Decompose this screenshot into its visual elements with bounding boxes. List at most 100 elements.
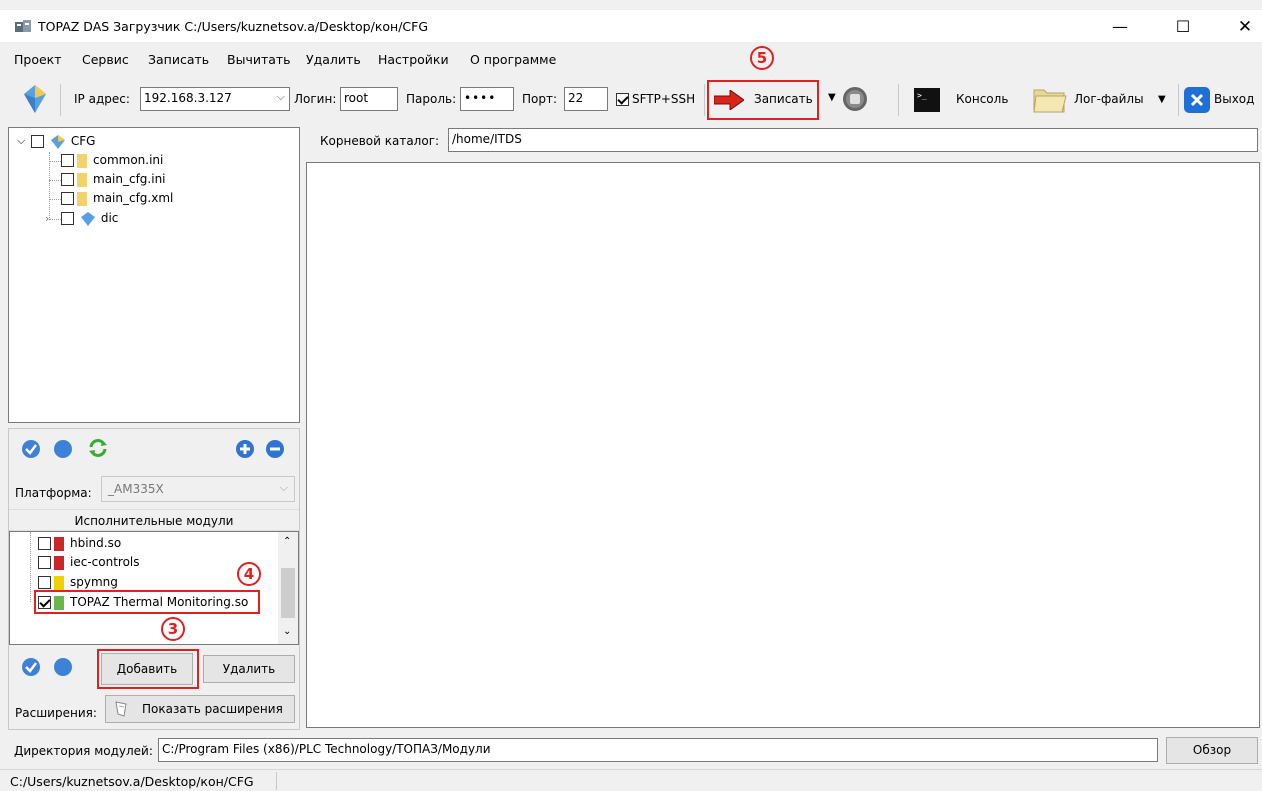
- tree-label: CFG: [70, 134, 96, 148]
- platform-label: Платформа:: [15, 486, 92, 500]
- sftp-ssh-checkbox[interactable]: [616, 93, 629, 106]
- ip-address-combobox[interactable]: 192.168.3.127 ⌵: [140, 87, 290, 111]
- module-checkbox[interactable]: [38, 576, 51, 589]
- minus-icon[interactable]: [265, 439, 285, 459]
- highlight-add-button: [97, 649, 199, 689]
- close-button[interactable]: ✕: [1222, 12, 1262, 42]
- menu-read[interactable]: Вычитать: [227, 52, 291, 67]
- tree-node-file[interactable]: main_cfg.xml: [61, 191, 173, 209]
- menu-project[interactable]: Проект: [14, 52, 62, 67]
- window-title: TOPAZ DAS Загрузчик C:/Users/kuznetsov.a…: [38, 19, 429, 34]
- tree-checkbox[interactable]: [61, 173, 74, 186]
- remove-module-button[interactable]: Удалить: [203, 655, 295, 683]
- app-icon: [15, 20, 31, 32]
- login-input[interactable]: root: [340, 87, 398, 111]
- platform-select[interactable]: _AM335X ⌵: [101, 476, 295, 502]
- browse-button[interactable]: Обзор: [1166, 737, 1258, 764]
- root-dir-label: Корневой каталог:: [320, 134, 440, 148]
- tree-node-cfg[interactable]: CFG: [31, 134, 95, 152]
- toolbar: IP адрес: 192.168.3.127 ⌵ Логин: root Па…: [8, 78, 1260, 122]
- modules-panel: Платформа: _AM335X ⌵ Исполнительные моду…: [8, 428, 300, 730]
- tree-checkbox[interactable]: [61, 192, 74, 205]
- console-button[interactable]: >_ Консоль: [910, 84, 1020, 116]
- refresh-icon[interactable]: [87, 437, 109, 459]
- module-label: iec-controls: [70, 555, 140, 569]
- module-checkbox[interactable]: [38, 556, 51, 569]
- modules-list[interactable]: hbind.so iec-controls spymng TOPAZ Therm…: [9, 531, 299, 645]
- project-icon[interactable]: [22, 84, 48, 114]
- menu-service[interactable]: Сервис: [82, 52, 129, 67]
- module-dir-label: Директория модулей:: [14, 744, 153, 758]
- module-label: hbind.so: [70, 536, 122, 550]
- highlight-thermal-module: [34, 590, 260, 614]
- menu-about[interactable]: О программе: [470, 52, 556, 67]
- exit-button-label: Выход: [1214, 92, 1255, 106]
- xml-file-icon: [77, 191, 87, 206]
- root-dir-input[interactable]: /home/ITDS: [448, 128, 1258, 152]
- platform-value: _AM335X: [108, 482, 164, 496]
- port-label: Порт:: [522, 92, 558, 106]
- ini-file-icon: [77, 172, 87, 187]
- port-input[interactable]: 22: [564, 87, 608, 111]
- module-item[interactable]: hbind.so: [38, 536, 121, 554]
- expand-chevron-icon[interactable]: ⌵: [17, 134, 25, 148]
- toolbar-separator: [704, 84, 705, 116]
- log-files-dropdown-arrow[interactable]: ▼: [1158, 94, 1166, 105]
- log-files-button[interactable]: Лог-файлы ▼: [1030, 82, 1176, 118]
- tree-node-file[interactable]: common.ini: [61, 153, 163, 171]
- module-yellow-icon: [54, 575, 64, 590]
- ini-file-icon: [77, 153, 87, 168]
- ip-label: IP адрес:: [74, 92, 130, 106]
- minimize-button[interactable]: —: [1097, 12, 1143, 42]
- tree-label: common.ini: [93, 153, 164, 167]
- status-separator: [276, 772, 277, 790]
- tree-checkbox[interactable]: [61, 154, 74, 167]
- scroll-down-icon[interactable]: ⌄: [283, 626, 291, 637]
- tree-checkbox[interactable]: [61, 212, 74, 225]
- password-input[interactable]: ••••: [460, 87, 514, 111]
- folder-dic-icon: [80, 211, 95, 226]
- stop-icon[interactable]: [842, 86, 868, 112]
- exit-button[interactable]: Выход: [1182, 84, 1260, 116]
- tree-line: [49, 152, 50, 220]
- console-button-label: Консоль: [956, 92, 1009, 106]
- check-all-icon[interactable]: [21, 657, 41, 677]
- tree-node-folder[interactable]: dic: [61, 211, 118, 229]
- plus-icon[interactable]: [235, 439, 255, 459]
- chevron-down-icon: ⌵: [279, 481, 288, 494]
- tree-node-file[interactable]: main_cfg.ini: [61, 172, 166, 190]
- scrollbar-thumb[interactable]: [281, 568, 295, 618]
- uncheck-all-icon[interactable]: [53, 657, 73, 677]
- tree-line: [49, 180, 61, 181]
- scroll-up-icon[interactable]: ⌃: [283, 536, 291, 547]
- check-all-icon[interactable]: [21, 439, 41, 459]
- modules-header: Исполнительные модули: [9, 509, 299, 531]
- chevron-right-icon[interactable]: ›: [45, 212, 49, 225]
- toolbar-separator: [898, 84, 899, 116]
- sftp-ssh-label: SFTP+SSH: [632, 92, 696, 106]
- module-item[interactable]: iec-controls: [38, 555, 140, 573]
- annotation-3: 3: [161, 617, 185, 641]
- highlight-write-button: [707, 80, 819, 120]
- extensions-label: Расширения:: [15, 706, 97, 720]
- tree-checkbox[interactable]: [31, 135, 44, 148]
- modules-scrollbar[interactable]: ⌃ ⌄: [278, 532, 298, 644]
- password-label: Пароль:: [406, 92, 457, 106]
- show-extensions-button[interactable]: Показать расширения: [105, 695, 295, 723]
- cfg-icon: [50, 134, 65, 149]
- menu-write[interactable]: Записать: [148, 52, 209, 67]
- module-dir-input[interactable]: C:/Program Files (x86)/PLC Technology/ТО…: [158, 738, 1158, 762]
- module-checkbox[interactable]: [38, 537, 51, 550]
- menu-delete[interactable]: Удалить: [306, 52, 361, 67]
- maximize-button[interactable]: ☐: [1160, 12, 1206, 42]
- uncheck-all-icon[interactable]: [53, 439, 73, 459]
- project-tree[interactable]: ⌵ CFG common.ini main_cfg.ini main_cfg.x…: [8, 127, 300, 423]
- module-red-icon: [54, 536, 64, 551]
- write-dropdown-arrow[interactable]: ▼: [828, 92, 836, 103]
- close-x-icon: [1184, 87, 1210, 113]
- menu-settings[interactable]: Настройки: [378, 52, 449, 67]
- annotation-4: 4: [237, 562, 261, 586]
- chevron-down-icon: ⌵: [276, 90, 285, 103]
- status-path: C:/Users/kuznetsov.a/Desktop/кон/CFG: [10, 774, 254, 789]
- tree-line: [49, 219, 61, 220]
